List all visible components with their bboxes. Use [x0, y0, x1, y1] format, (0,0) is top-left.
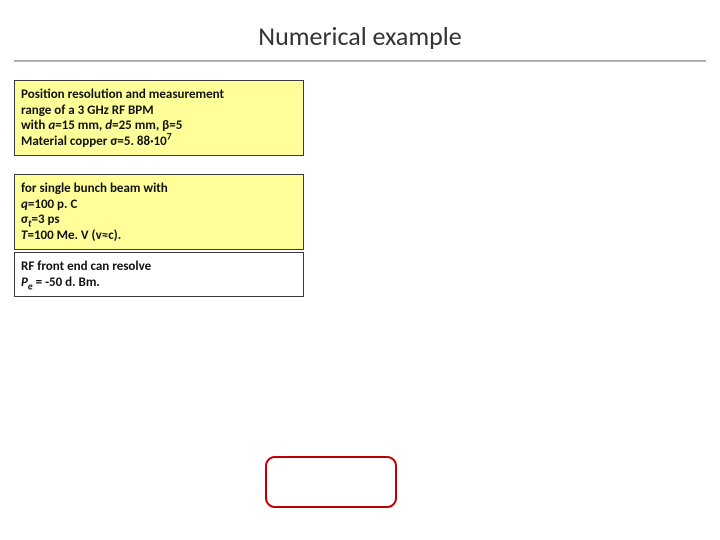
- text: =25 mm, β=5: [112, 118, 182, 133]
- variable-P: P: [21, 275, 28, 290]
- text: 5. 88·10: [124, 134, 167, 149]
- spec-box-single-bunch: for single bunch beam with q=100 p. C σt…: [14, 174, 304, 250]
- text: Material copper σ=: [21, 134, 124, 149]
- text: RF front end can resolve: [21, 259, 151, 274]
- text: =15 mm,: [55, 118, 105, 133]
- title-underline: [14, 60, 706, 62]
- text-line: for single bunch beam with: [21, 181, 297, 197]
- text: Position resolution and measurement: [21, 87, 224, 102]
- text: for single bunch beam with: [21, 181, 168, 196]
- text-line: range of a 3 GHz RF BPM: [21, 103, 297, 119]
- text-line: q=100 p. C: [21, 197, 297, 213]
- text-line: RF front end can resolve: [21, 259, 297, 275]
- text: range of a: [21, 103, 78, 118]
- text: = -50 d. Bm.: [33, 275, 100, 290]
- spec-box-rf-front-end: RF front end can resolve Pe = -50 d. Bm.: [14, 252, 304, 297]
- text: =100 Me. V (v≈c).: [27, 228, 121, 243]
- text-line: with a=15 mm, d=25 mm, β=5: [21, 118, 297, 134]
- slide-title: Numerical example: [0, 20, 720, 52]
- variable-q: q: [21, 197, 28, 212]
- spec-box-position-resolution: Position resolution and measurement rang…: [14, 80, 304, 156]
- slide-root: Numerical example Position resolution an…: [0, 0, 720, 540]
- text-line: T=100 Me. V (v≈c).: [21, 228, 297, 244]
- text-line: Pe = -50 d. Bm.: [21, 275, 297, 291]
- text-line: Position resolution and measurement: [21, 87, 297, 103]
- exponent: 7: [167, 130, 172, 142]
- text: =3 ps: [31, 212, 59, 227]
- text-line: σt=3 ps: [21, 212, 297, 228]
- text: 3 GHz RF BPM: [78, 103, 154, 118]
- highlight-frame: [265, 456, 397, 508]
- text: =100 p. C: [28, 197, 77, 212]
- text-line: Material copper σ=5. 88·107: [21, 134, 297, 150]
